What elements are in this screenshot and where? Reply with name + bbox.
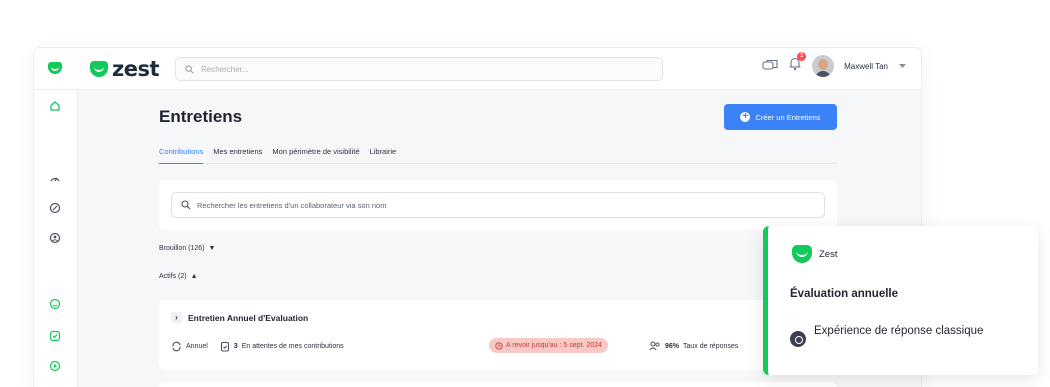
tab-contributions[interactable]: Contributions [159,147,204,164]
top-bar: zest Rechercher... 1 Maxwell Tan [34,48,921,90]
caret-down-icon: ▼ [208,245,216,252]
tab-mes-entretiens[interactable]: Mes entretiens [213,147,262,164]
user-area: 1 Maxwell Tan [762,52,907,77]
avatar[interactable] [812,55,835,77]
zest-logo-icon [90,61,108,77]
brand-name: zest [112,57,160,81]
play-icon[interactable] [49,360,61,372]
response-rate-label: Taux de réponses [683,342,739,350]
global-search-input[interactable]: Rechercher... [175,57,663,81]
clipboard-icon [220,341,229,352]
home-icon[interactable] [49,100,61,112]
plus-icon: + [740,112,751,122]
deadline-text: A revoir jusqu'au : 5 sept. 2024 [506,342,602,349]
response-rate: 96% Taux de réponses [649,341,738,351]
brand-logo[interactable]: zest [90,57,160,81]
sidebar [34,90,78,387]
chevron-right-icon[interactable]: › [171,312,182,323]
collaborator-search-placeholder: Rechercher les entretiens d'un collabora… [197,200,387,210]
popup-brand: Zest [819,249,838,260]
search-person-icon[interactable] [49,232,61,244]
page-title: Entretiens [159,107,243,126]
smile-icon[interactable] [49,298,61,310]
collaborator-search-card: Rechercher les entretiens d'un collabora… [159,180,837,230]
zest-logo-icon [792,245,812,263]
notifications-button[interactable]: 1 [788,52,807,76]
tab-perimetre[interactable]: Mon périmètre de visibilité [272,147,359,164]
create-entretien-button[interactable]: + Créer un Entretiens [724,104,837,130]
chat-icon[interactable] [762,59,778,73]
popup-title: Évaluation annuelle [790,288,898,300]
popup-subtitle: Expérience de réponse classique [814,325,984,337]
gauge-icon[interactable] [49,172,61,184]
refresh-icon [172,341,181,352]
deadline-badge: A revoir jusqu'au : 5 sept. 2024 [489,338,608,353]
search-placeholder: Rechercher... [201,64,249,74]
active-group-toggle[interactable]: Actifs (2) ▲ [159,273,198,280]
draft-group-toggle[interactable]: Brouillon (126) ▼ [159,245,215,252]
tab-librairie[interactable]: Librairie [370,147,397,164]
compass-icon[interactable] [49,202,61,214]
evaluation-popup-card[interactable]: Zest Évaluation annuelle Expérience de r… [763,226,1038,375]
pending-contributions: 3 En attentes de mes contributions [220,341,344,352]
pending-label: En attentes de mes contributions [241,343,344,350]
response-rate-value: 96% [665,342,680,350]
clock-icon [495,341,503,350]
user-name[interactable]: Maxwell Tan [844,62,888,71]
tab-bar: Contributions Mes entretiens Mon périmèt… [159,147,837,164]
notification-badge: 1 [797,52,807,61]
check-icon[interactable] [49,330,61,342]
caret-up-icon: ▲ [190,273,198,280]
pending-count: 3 [233,343,238,350]
frequency: Annuel [171,341,208,352]
eye-icon [790,331,806,347]
active-group-label: Actifs (2) [159,273,187,280]
entretien-card[interactable]: › Entretien Annuel d'Evaluation Annuel 3… [159,300,837,370]
entretien-meta: Annuel 3 En attentes de mes contribution… [171,341,344,352]
entretien-title: Entretien Annuel d'Evaluation [188,313,309,323]
draft-group-label: Brouillon (126) [159,245,205,252]
search-icon [185,64,194,73]
sidebar-logo-icon[interactable] [48,62,62,74]
chevron-down-icon[interactable] [898,63,907,69]
next-entretien-card[interactable] [159,382,837,387]
collaborator-search-input[interactable]: Rechercher les entretiens d'un collabora… [171,192,825,218]
search-icon [181,200,191,210]
frequency-label: Annuel [186,343,208,350]
users-icon [649,341,660,351]
create-button-label: Créer un Entretiens [755,112,821,122]
